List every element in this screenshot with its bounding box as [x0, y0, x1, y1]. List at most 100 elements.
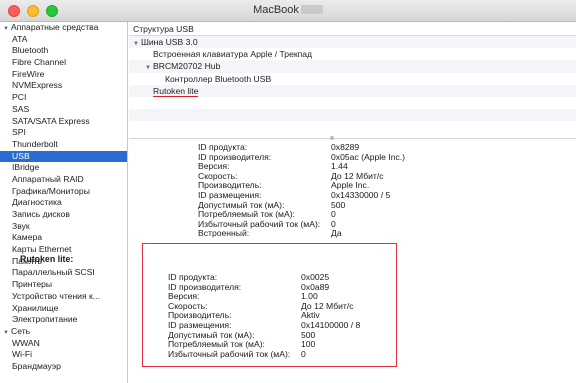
property-value: 100 [301, 339, 316, 350]
property-value: 0x14330000 / 5 [331, 190, 391, 200]
usb-tree-panel[interactable]: Структура USB ▼ Шина USB 3.0 Встроенная кл… [129, 22, 576, 139]
property-key: ID размещения: [168, 320, 232, 330]
property-value: 0 [301, 348, 306, 359]
property-value: 1.44 [331, 161, 348, 172]
tree-row-label: Шина USB 3.0 [141, 37, 198, 47]
sidebar-item-label: Диагностика [12, 197, 62, 208]
sidebar-item-label: SATA/SATA Express [12, 115, 90, 126]
sidebar-item[interactable]: SATA/SATA Express [0, 116, 127, 128]
sidebar-group[interactable]: ▼ Аппаратные средства [0, 22, 127, 34]
sidebar-item-label: Аппаратный RAID [12, 173, 84, 184]
sidebar-item-label: Принтеры [12, 279, 53, 290]
disclosure-triangle-icon[interactable]: ▼ [3, 328, 11, 338]
tree-row [129, 121, 576, 133]
sidebar-item[interactable]: Запись дисков [0, 209, 127, 221]
tree-row-label: Rutoken lite [153, 85, 199, 97]
sidebar-item[interactable]: IBridge [0, 162, 127, 174]
sidebar-item-label: Карты Ethernet [12, 244, 72, 255]
property-key: Версия: [198, 161, 230, 172]
tree-row-label: Контроллер Bluetooth USB [165, 73, 272, 84]
property-key: Встроенный: [198, 228, 250, 239]
sidebar-item[interactable]: Thunderbolt [0, 139, 127, 151]
window-title: MacBook [0, 4, 576, 16]
sidebar-item-label: WWAN [12, 337, 40, 348]
property-key: ID продукта: [198, 142, 248, 152]
property-key: Потребляемый ток (мА): [168, 339, 265, 350]
sidebar-item-label: NVMExpress [12, 80, 63, 91]
property-key: Потребляемый ток (мА): [198, 209, 295, 220]
sidebar-item[interactable]: Графика/Мониторы [0, 186, 127, 198]
sidebar-item[interactable]: WWAN [0, 338, 127, 350]
sidebar-item[interactable]: SAS [0, 104, 127, 116]
sidebar-item[interactable]: Камера [0, 232, 127, 244]
tree-row[interactable]: ▼ Шина USB 3.0 [129, 36, 576, 50]
tree-row[interactable]: ▼ BRCM20702 Hub [129, 60, 576, 74]
sidebar-item-label: Bluetooth [12, 45, 49, 56]
tree-row [129, 109, 576, 122]
sidebar-item-label: Параллельный SCSI [12, 267, 95, 278]
sidebar-item[interactable]: ATA [0, 34, 127, 46]
sidebar-item[interactable]: Брандмауэр [0, 361, 127, 373]
sidebar-item[interactable]: FireWire [0, 69, 127, 81]
sidebar-item[interactable]: Bluetooth [0, 45, 127, 57]
callout-title: Rutoken lite: [20, 254, 74, 264]
sidebar-item-label: SAS [12, 103, 30, 114]
sidebar-item[interactable]: Принтеры [0, 279, 127, 291]
property-value: 0x0025 [301, 272, 330, 282]
sidebar-item[interactable]: Wi-Fi [0, 349, 127, 361]
sidebar-item-label: ATA [12, 33, 28, 44]
sidebar-item-label: Графика/Мониторы [12, 185, 90, 196]
sidebar-item-label: USB [12, 150, 30, 161]
sidebar-item[interactable]: PCI [0, 92, 127, 104]
sidebar-item-label: Хранилище [12, 302, 59, 313]
sidebar-item-label: Брандмауэр [12, 360, 61, 371]
sidebar-item[interactable]: Устройство чтения к... [0, 291, 127, 303]
sidebar-item[interactable]: Аппаратный RAID [0, 174, 127, 186]
property-key: Избыточный рабочий ток (мА): [168, 348, 291, 359]
system-information-window: MacBook ▼ Аппаратные средства ATA Bluetooth… [0, 0, 576, 383]
sidebar-item-label: Thunderbolt [12, 138, 58, 149]
sidebar-item[interactable]: USB [0, 150, 127, 163]
sidebar-item[interactable]: Fibre Channel [0, 57, 127, 69]
sidebar-item-label: Сеть [11, 325, 31, 336]
sidebar[interactable]: ▼ Аппаратные средства ATA Bluetooth Fibre Ch… [0, 22, 128, 383]
sidebar-item-label: Устройство чтения к... [12, 290, 100, 301]
tree-row-label: BRCM20702 Hub [153, 61, 221, 72]
tree-row [129, 97, 576, 109]
sidebar-item-label: Запись дисков [12, 209, 70, 219]
disclosure-triangle-icon[interactable]: ▼ [145, 62, 153, 74]
sidebar-item-label: Звук [12, 220, 30, 231]
property-value: 1.00 [301, 291, 318, 302]
tree-row[interactable]: Rutoken lite [129, 84, 576, 97]
sidebar-item-label: Камера [12, 232, 43, 243]
property-value: 0x8289 [331, 142, 360, 152]
sidebar-item[interactable]: Диагностика [0, 197, 127, 209]
sidebar-item[interactable]: Хранилище [0, 303, 127, 315]
tree-row-label: Встроенная клавиатура Apple / Трекпад [153, 49, 313, 60]
property-value: Да [331, 228, 342, 239]
sidebar-item-label: Fibre Channel [12, 57, 66, 68]
property-key: ID размещения: [198, 190, 262, 200]
sidebar-item-label: Wi-Fi [12, 349, 33, 360]
sidebar-item[interactable]: Параллельный SCSI [0, 267, 127, 279]
sidebar-item-label: IBridge [12, 162, 40, 173]
sidebar-item-label: SPI [12, 127, 26, 138]
sidebar-item-label: FireWire [12, 68, 45, 79]
tree-row[interactable]: Встроенная клавиатура Apple / Трекпад [129, 48, 576, 60]
sidebar-item[interactable]: Звук [0, 221, 127, 233]
tree-row[interactable]: Контроллер Bluetooth USB [129, 73, 576, 85]
sidebar-item[interactable]: SPI [0, 127, 127, 139]
sidebar-item[interactable]: Электропитание [0, 314, 127, 326]
property-value: 0x14100000 / 8 [301, 320, 361, 330]
disclosure-triangle-icon[interactable]: ▼ [133, 38, 141, 50]
sidebar-group[interactable]: ▼ Сеть [0, 326, 127, 338]
property-value: 0 [331, 209, 336, 220]
tree-header: Структура USB [129, 22, 576, 36]
disclosure-triangle-icon[interactable]: ▼ [3, 24, 11, 34]
sidebar-item-label: Аппаратные средства [11, 22, 99, 32]
title-bar: MacBook [0, 0, 576, 22]
redacted-name [300, 5, 323, 14]
property-key: ID продукта: [168, 272, 218, 282]
sidebar-item-label: Электропитание [12, 314, 78, 325]
sidebar-item[interactable]: NVMExpress [0, 80, 127, 92]
